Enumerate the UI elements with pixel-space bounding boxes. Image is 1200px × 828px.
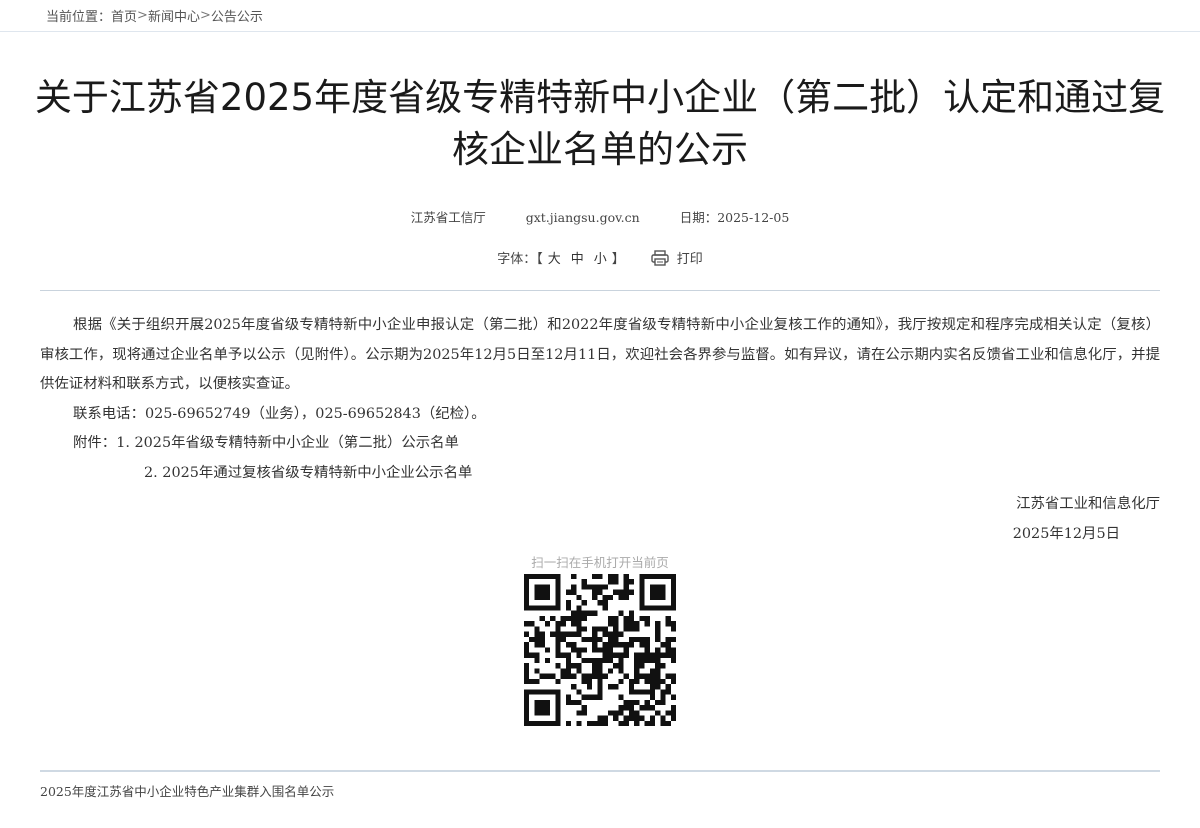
breadcrumb: 当前位置： 首页 > 新闻中心 > 公告公示 bbox=[46, 6, 263, 25]
breadcrumb-separator: > bbox=[137, 8, 148, 23]
attachment-link-2[interactable]: 2. 2025年通过复核省级专精特新中小企业公示名单 bbox=[144, 465, 472, 481]
body-paragraph: 根据《关于组织开展2025年度省级专精特新中小企业申报认定（第二批）和2022年… bbox=[40, 317, 1160, 392]
print-button[interactable]: 打印 bbox=[651, 248, 703, 267]
article-site: gxt.jiangsu.gov.cn bbox=[525, 210, 640, 225]
contact-line: 联系电话：025-69652749（业务），025-69652843（纪检）。 bbox=[73, 405, 486, 422]
breadcrumb-news-link[interactable]: 新闻中心 bbox=[148, 6, 200, 25]
breadcrumb-separator: > bbox=[199, 8, 211, 23]
signature-block: 江苏省工业和信息化厅 2025年12月5日 bbox=[1013, 489, 1160, 549]
font-size-label: 字体： bbox=[497, 252, 537, 267]
qr-caption: 扫一扫在手机打开当前页 bbox=[531, 555, 669, 570]
footer-divider bbox=[40, 770, 1160, 772]
print-label: 打印 bbox=[676, 252, 703, 267]
article-source: 江苏省工信厅 bbox=[410, 210, 486, 225]
qr-code-image bbox=[524, 574, 676, 726]
font-size-control: 字体：【大中小】 bbox=[497, 248, 625, 267]
article-date-group: 日期：2025-12-05 bbox=[680, 210, 790, 225]
attachment-line-1: 附件：1. 2025年省级专精特新中小企业（第二批）公示名单 bbox=[40, 429, 1160, 459]
font-large-button[interactable]: 大 bbox=[548, 252, 561, 267]
article-date-label: 日期： bbox=[679, 210, 718, 225]
breadcrumb-notice-link[interactable]: 公告公示 bbox=[211, 6, 263, 25]
attachment-line-2: 2. 2025年通过复核省级专精特新中小企业公示名单 bbox=[40, 459, 1160, 489]
font-medium-button[interactable]: 中 bbox=[571, 252, 584, 267]
article-date: 2025-12-05 bbox=[717, 210, 790, 225]
breadcrumb-label: 当前位置： bbox=[46, 10, 112, 25]
signature-org: 江苏省工业和信息化厅 bbox=[1016, 496, 1160, 512]
signature-date: 2025年12月5日 bbox=[1012, 526, 1120, 542]
content-divider bbox=[40, 290, 1160, 291]
bracket-open: 【 bbox=[536, 252, 543, 267]
breadcrumb-home-link[interactable]: 首页 bbox=[111, 6, 137, 25]
related-article-link[interactable]: 2025年度江苏省中小企业特色产业集群入围名单公示 bbox=[40, 781, 334, 800]
article-body: 根据《关于组织开展2025年度省级专精特新中小企业申报认定（第二批）和2022年… bbox=[40, 311, 1160, 488]
printer-icon bbox=[651, 249, 669, 266]
attachment-link-1[interactable]: 1. 2025年省级专精特新中小企业（第二批）公示名单 bbox=[116, 435, 459, 451]
page-title: 关于江苏省2025年度省级专精特新中小企业（第二批）认定和通过复核企业名单的公示 bbox=[34, 76, 1166, 171]
attachment-label: 附件： bbox=[73, 435, 117, 451]
font-small-button[interactable]: 小 bbox=[594, 252, 607, 267]
bracket-close: 】 bbox=[611, 252, 625, 267]
article-meta: 江苏省工信厅 gxt.jiangsu.gov.cn 日期：2025-12-05 bbox=[0, 207, 1200, 226]
breadcrumb-divider bbox=[0, 31, 1200, 32]
article-tools: 字体：【大中小】 打印 bbox=[0, 248, 1200, 267]
